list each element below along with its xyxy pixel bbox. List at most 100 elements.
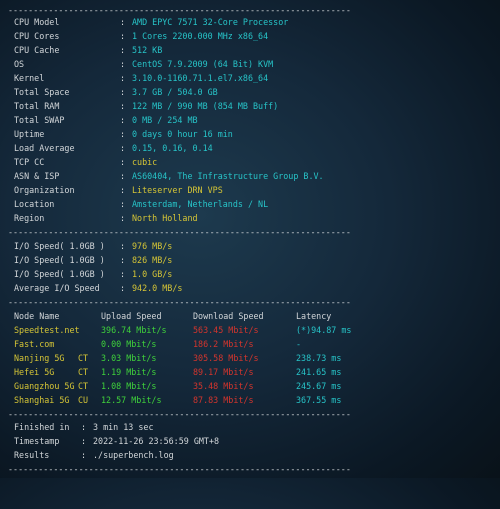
io-row-average: Average I/O Speed : 942.0 MB/s	[14, 282, 182, 294]
speed-row: Guangzhou 5G CT 1.08 Mbit/s 35.48 Mbit/s…	[14, 380, 341, 392]
info-value: 1 Cores 2200.000 MHz x86_64	[132, 31, 269, 41]
info-row-cpu-cores: CPU Cores : 1 Cores 2200.000 MHz x86_64	[14, 30, 268, 42]
latency: 245.67 ms	[296, 381, 342, 391]
info-label: Total Space	[14, 87, 70, 97]
node-isp: CT	[78, 353, 89, 363]
io-value: 1.0 GB/s	[132, 269, 173, 279]
info-row-load-average: Load Average : 0.15, 0.16, 0.14	[14, 142, 213, 154]
info-colon: :	[120, 31, 126, 41]
info-label: Region	[14, 213, 45, 223]
info-colon: :	[120, 59, 126, 69]
speed-row: Fast.com 0.00 Mbit/s 186.2 Mbit/s -	[14, 338, 301, 350]
info-value: AS60404, The Infrastructure Group B.V.	[132, 171, 324, 181]
footer-row-finished: Finished in : 3 min 13 sec	[14, 421, 154, 433]
node-isp: CT	[78, 367, 89, 377]
info-colon: :	[120, 17, 126, 27]
separator-line: ----------------------------------------…	[8, 409, 351, 419]
latency: 367.55 ms	[296, 395, 342, 405]
footer-colon: :	[81, 436, 87, 446]
info-label: Total RAM	[14, 101, 60, 111]
info-row-cpu-cache: CPU Cache : 512 KB	[14, 44, 162, 56]
info-colon: :	[120, 73, 126, 83]
info-colon: :	[120, 157, 126, 167]
latency: 241.65 ms	[296, 367, 342, 377]
separator-line: ----------------------------------------…	[8, 297, 351, 307]
info-value: North Holland	[132, 213, 198, 223]
io-row: I/O Speed( 1.0GB ) : 976 MB/s	[14, 240, 172, 252]
speed-row: Shanghai 5G CU 12.57 Mbit/s 87.83 Mbit/s…	[14, 394, 341, 406]
info-value: Amsterdam, Netherlands / NL	[132, 199, 269, 209]
info-value: 122 MB / 990 MB (854 MB Buff)	[132, 101, 279, 111]
node-name: Shanghai 5G	[14, 395, 70, 405]
info-label: TCP CC	[14, 157, 45, 167]
footer-value: 3 min 13 sec	[93, 422, 154, 432]
latency: -	[296, 339, 302, 349]
info-colon: :	[120, 101, 126, 111]
info-row-total-ram: Total RAM : 122 MB / 990 MB (854 MB Buff…	[14, 100, 278, 112]
info-label: OS	[14, 59, 25, 69]
latency: 238.73 ms	[296, 353, 342, 363]
info-row-total-space: Total Space : 3.7 GB / 504.0 GB	[14, 86, 218, 98]
info-row-asn-isp: ASN & ISP : AS60404, The Infrastructure …	[14, 170, 324, 182]
info-value: CentOS 7.9.2009 (64 Bit) KVM	[132, 59, 274, 69]
io-row: I/O Speed( 1.0GB ) : 1.0 GB/s	[14, 268, 172, 280]
download-speed: 563.45 Mbit/s	[193, 325, 259, 335]
info-label: Organization	[14, 185, 75, 195]
latency: (*)94.87 ms	[296, 325, 352, 335]
info-colon: :	[120, 129, 126, 139]
speed-table-header: Node Name Upload Speed Download Speed La…	[14, 310, 331, 322]
info-label: Uptime	[14, 129, 45, 139]
info-colon: :	[120, 199, 126, 209]
info-label: Load Average	[14, 143, 75, 153]
node-name: Nanjing 5G	[14, 353, 65, 363]
info-row-cpu-model: CPU Model : AMD EPYC 7571 32-Core Proces…	[14, 16, 288, 28]
info-row-total-swap: Total SWAP : 0 MB / 254 MB	[14, 114, 198, 126]
info-value: Liteserver DRN VPS	[132, 185, 223, 195]
info-value: 3.10.0-1160.71.1.el7.x86_64	[132, 73, 269, 83]
footer-colon: :	[81, 450, 87, 460]
io-label: Average I/O Speed	[14, 283, 100, 293]
upload-speed: 3.03 Mbit/s	[101, 353, 157, 363]
io-colon: :	[120, 283, 126, 293]
footer-label: Timestamp	[14, 436, 60, 446]
info-colon: :	[120, 87, 126, 97]
info-row-tcp-cc: TCP CC : cubic	[14, 156, 157, 168]
download-speed: 87.83 Mbit/s	[193, 395, 254, 405]
io-value: 976 MB/s	[132, 241, 173, 251]
header-download: Download Speed	[193, 311, 264, 321]
io-colon: :	[120, 255, 126, 265]
info-row-uptime: Uptime : 0 days 0 hour 16 min	[14, 128, 233, 140]
header-upload: Upload Speed	[101, 311, 162, 321]
node-name: Guangzhou 5G	[14, 381, 75, 391]
info-value: 0 days 0 hour 16 min	[132, 129, 233, 139]
info-row-organization: Organization : Liteserver DRN VPS	[14, 184, 223, 196]
download-speed: 89.17 Mbit/s	[193, 367, 254, 377]
info-colon: :	[120, 115, 126, 125]
io-label: I/O Speed( 1.0GB )	[14, 241, 105, 251]
footer-value: ./superbench.log	[93, 450, 174, 460]
speed-row: Nanjing 5G CT 3.03 Mbit/s 305.58 Mbit/s …	[14, 352, 341, 364]
node-isp: CT	[78, 381, 89, 391]
info-label: ASN & ISP	[14, 171, 60, 181]
speed-row: Speedtest.net 396.74 Mbit/s 563.45 Mbit/…	[14, 324, 351, 336]
info-colon: :	[120, 171, 126, 181]
info-colon: :	[120, 185, 126, 195]
header-node: Node Name	[14, 311, 60, 321]
info-value: 0 MB / 254 MB	[132, 115, 198, 125]
terminal-window[interactable]: ----------------------------------------…	[0, 0, 500, 478]
io-label: I/O Speed( 1.0GB )	[14, 255, 105, 265]
info-row-kernel: Kernel : 3.10.0-1160.71.1.el7.x86_64	[14, 72, 268, 84]
download-speed: 35.48 Mbit/s	[193, 381, 254, 391]
io-row: I/O Speed( 1.0GB ) : 826 MB/s	[14, 254, 172, 266]
io-value: 826 MB/s	[132, 255, 173, 265]
separator-line: ----------------------------------------…	[8, 227, 351, 237]
node-isp: CU	[78, 395, 89, 405]
info-value: 3.7 GB / 504.0 GB	[132, 87, 218, 97]
download-speed: 186.2 Mbit/s	[193, 339, 254, 349]
info-row-location: Location : Amsterdam, Netherlands / NL	[14, 198, 268, 210]
upload-speed: 0.00 Mbit/s	[101, 339, 157, 349]
info-value: 0.15, 0.16, 0.14	[132, 143, 213, 153]
upload-speed: 1.19 Mbit/s	[101, 367, 157, 377]
footer-row-timestamp: Timestamp : 2022-11-26 23:56:59 GMT+8	[14, 435, 219, 447]
footer-colon: :	[81, 422, 87, 432]
